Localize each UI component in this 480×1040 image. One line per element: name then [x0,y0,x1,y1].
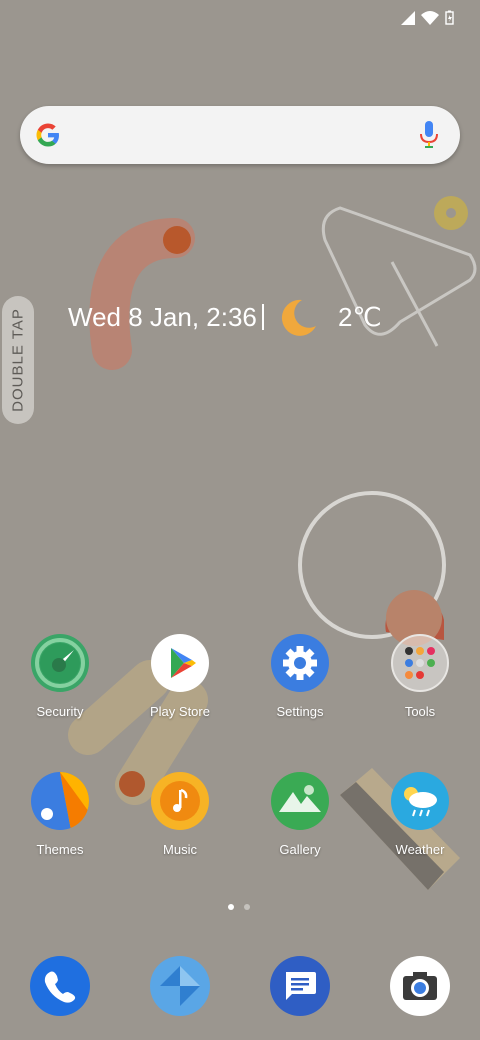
page-indicator [228,904,250,910]
google-search-bar[interactable] [20,106,460,164]
widget-divider [262,304,264,330]
date-time-widget[interactable]: Wed 8 Jan, 2:36 [68,302,257,333]
app-label: Play Store [150,704,210,719]
dock-camera[interactable] [370,956,470,1016]
play-store-icon [151,634,209,692]
battery-icon [445,10,454,25]
camera-icon [390,956,450,1016]
dock-phone[interactable] [10,956,110,1016]
app-settings[interactable]: Settings [250,634,350,719]
app-tools-folder[interactable]: Tools [370,634,470,719]
app-security[interactable]: Security [10,634,110,719]
app-label: Security [36,704,84,719]
temperature-label[interactable]: 2℃ [338,302,382,333]
app-label: Settings [276,704,324,719]
app-weather[interactable]: Weather [370,772,470,857]
double-tap-label: DOUBLE TAP [9,308,27,412]
app-gallery[interactable]: Gallery [250,772,350,857]
tools-folder-icon [391,634,449,692]
browser-icon [150,956,210,1016]
mic-icon[interactable] [420,121,438,149]
app-label: Tools [404,704,436,719]
gallery-icon [271,772,329,830]
app-play-store[interactable]: Play Store [130,634,230,719]
phone-icon [30,956,90,1016]
double-tap-handle[interactable]: DOUBLE TAP [2,296,34,424]
status-bar [401,10,454,25]
dock-messages[interactable] [250,956,350,1016]
wifi-icon [421,10,439,25]
security-icon [31,634,89,692]
signal-icon [401,10,415,25]
app-themes[interactable]: Themes [10,772,110,857]
weather-icon [391,772,449,830]
app-label: Themes [36,842,84,857]
themes-icon [31,772,89,830]
app-label: Music [163,842,197,857]
app-label: Weather [395,842,445,857]
music-icon [151,772,209,830]
page-dot-active [228,904,234,910]
app-music[interactable]: Music [130,772,230,857]
page-dot [244,904,250,910]
moon-icon [281,299,316,336]
settings-icon [271,634,329,692]
app-label: Gallery [279,842,321,857]
messages-icon [270,956,330,1016]
dock-browser[interactable] [130,956,230,1016]
google-logo [36,123,59,147]
